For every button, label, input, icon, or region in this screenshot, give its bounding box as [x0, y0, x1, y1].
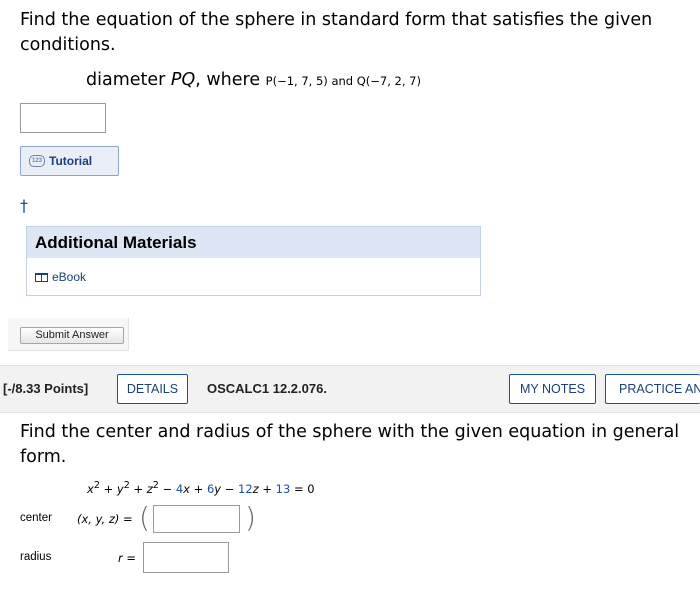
and-text: and: [327, 74, 357, 88]
condition-prefix: diameter: [86, 70, 171, 90]
question2-prompt: Find the center and radius of the sphere…: [20, 422, 680, 467]
left-paren: (: [139, 501, 150, 534]
center-label: center: [20, 512, 52, 524]
eq-const: 13: [275, 481, 291, 496]
point-q: Q(−7, 2, 7): [356, 74, 421, 88]
my-notes-button[interactable]: MY NOTES: [509, 374, 596, 404]
eq-coef: 12: [238, 481, 253, 496]
eq-var: x: [183, 481, 190, 496]
submit-area: Submit Answer: [8, 318, 129, 351]
equals-sign: =: [126, 551, 137, 565]
eq-y: + y: [99, 481, 124, 496]
eq-op: −: [221, 481, 239, 496]
points-label: [-/8.33 Points]: [3, 381, 89, 396]
tutorial-label: Tutorial: [49, 154, 93, 168]
condition-pq: PQ: [170, 70, 196, 90]
condition-where: , where: [195, 70, 266, 90]
practice-another-button[interactable]: PRACTICE ANOTHER: [605, 374, 700, 404]
question-header: [-/8.33 Points] DETAILS OSCALC1 12.2.076…: [0, 365, 700, 413]
tutorial-icon: 123: [29, 155, 45, 167]
submit-answer-button[interactable]: Submit Answer: [20, 327, 124, 344]
radius-input[interactable]: [143, 542, 229, 573]
additional-materials-title: Additional Materials: [27, 227, 480, 258]
sphere-equation: x2 + y2 + z2 − 4x + 6y − 12z + 13 = 0: [87, 480, 315, 496]
right-paren: ): [245, 501, 256, 534]
book-icon: [35, 272, 48, 282]
sphere-equation-input[interactable]: [20, 103, 106, 133]
additional-materials-panel: Additional Materials eBook: [26, 226, 481, 296]
details-button[interactable]: DETAILS: [117, 374, 188, 404]
question-condition: diameter PQ, where P(−1, 7, 5) and Q(−7,…: [86, 70, 421, 90]
dagger-marker: †: [20, 196, 28, 215]
question-prompt: Find the equation of the sphere in stand…: [20, 10, 653, 55]
question-id: OSCALC1 12.2.076.: [207, 381, 327, 396]
ebook-label: eBook: [52, 270, 87, 284]
center-tuple-text: (x, y, z): [77, 512, 120, 526]
point-p: P(−1, 7, 5): [265, 74, 328, 88]
ebook-link[interactable]: eBook: [35, 270, 86, 284]
eq-op: +: [258, 481, 276, 496]
eq-z: + z: [129, 481, 153, 496]
eq-op: −: [158, 481, 176, 496]
eq-rhs: = 0: [290, 481, 315, 496]
radius-var: r =: [118, 551, 136, 565]
equals-sign: =: [123, 512, 133, 526]
center-tuple: (x, y, z) =: [77, 512, 133, 526]
radius-label: radius: [20, 551, 52, 563]
radius-var-text: r: [118, 551, 123, 565]
eq-x: x: [87, 481, 94, 496]
center-input[interactable]: [153, 505, 240, 533]
tutorial-button[interactable]: 123 Tutorial: [20, 146, 119, 176]
eq-op: +: [189, 481, 207, 496]
